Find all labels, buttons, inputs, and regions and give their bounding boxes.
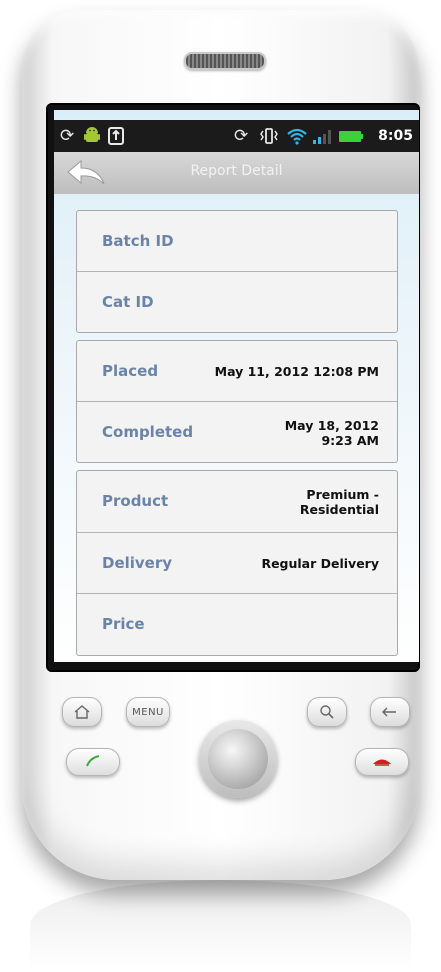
trackball[interactable] (208, 729, 268, 789)
home-icon (74, 705, 90, 719)
list-item-placed: Placed May 11, 2012 12:08 PM (77, 341, 397, 402)
status-time: 8:05 (378, 128, 413, 144)
row-value: May 18, 2012 9:23 AM (284, 417, 379, 448)
sync-icon: ⟳ (234, 126, 249, 146)
screen: ⟳ ⟳ 8:05 Report Detail Batch ID Cat ID P… (54, 110, 419, 662)
list-item-completed: Completed May 18, 2012 9:23 AM (77, 401, 397, 463)
vibrate-icon (260, 126, 278, 146)
menu-button[interactable]: MENU (126, 697, 170, 727)
list-item-cat-id: Cat ID (77, 271, 397, 333)
earpiece-speaker (184, 52, 266, 70)
list-item-delivery: Delivery Regular Delivery (77, 532, 397, 594)
page-title: Report Detail (190, 163, 283, 179)
trackball-ring (199, 720, 277, 798)
list-item-batch-id: Batch ID (77, 211, 397, 272)
row-value: Premium - Residential (299, 486, 379, 517)
home-button[interactable] (62, 697, 102, 727)
menu-label: MENU (132, 706, 164, 718)
search-button[interactable] (307, 697, 347, 727)
row-value: Regular Delivery (261, 556, 379, 571)
row-label: Cat ID (102, 293, 154, 311)
usb-icon (108, 126, 124, 146)
end-call-button[interactable] (355, 748, 409, 776)
battery-icon (338, 126, 364, 146)
dates-group: Placed May 11, 2012 12:08 PM Completed M… (76, 340, 398, 463)
row-label: Placed (102, 362, 159, 380)
id-group: Batch ID Cat ID (76, 210, 398, 333)
sync-icon: ⟳ (60, 126, 75, 146)
back-button[interactable] (370, 697, 410, 727)
row-label: Price (102, 615, 145, 633)
back-icon (382, 707, 396, 717)
row-label: Batch ID (102, 232, 174, 250)
product-group: Product Premium - Residential Delivery R… (76, 470, 398, 656)
phone-reflection (30, 880, 411, 970)
row-label: Product (102, 492, 169, 510)
status-bar: ⟳ ⟳ 8:05 (54, 120, 419, 152)
signal-icon (312, 126, 334, 146)
call-icon (86, 755, 100, 767)
row-value: May 11, 2012 12:08 PM (214, 364, 379, 379)
end-call-icon (373, 759, 391, 766)
row-label: Completed (102, 423, 194, 441)
android-icon (82, 126, 102, 146)
list-item-price: Price (77, 593, 397, 655)
search-icon (320, 705, 334, 719)
wifi-icon (286, 126, 308, 146)
row-label: Delivery (102, 554, 173, 572)
title-bar: Report Detail (54, 152, 419, 194)
list-item-product: Product Premium - Residential (77, 471, 397, 532)
call-button[interactable] (66, 748, 120, 776)
